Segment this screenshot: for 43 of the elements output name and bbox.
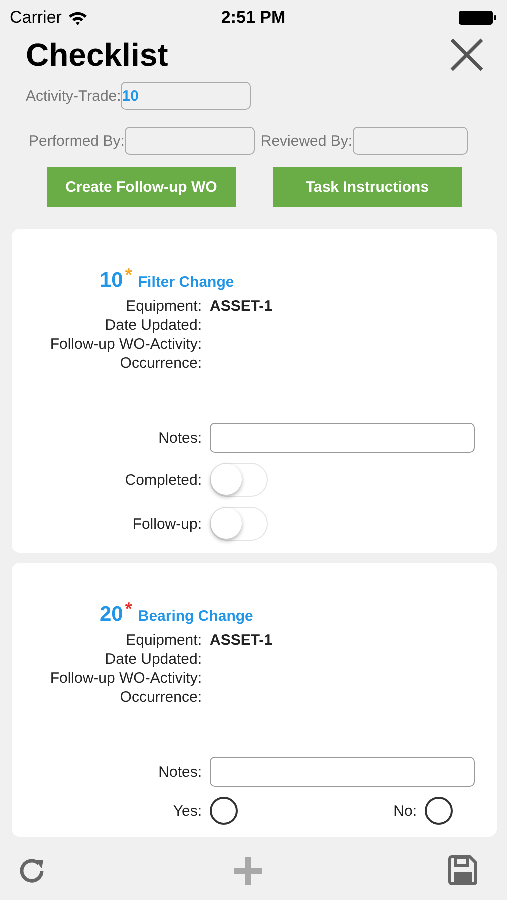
close-icon[interactable] xyxy=(449,37,485,73)
field-label: Notes: xyxy=(158,764,202,780)
radio-button[interactable] xyxy=(210,797,238,825)
wifi-icon xyxy=(68,10,88,26)
field-label: Follow-up WO-Activity: xyxy=(49,335,202,354)
field-label: Equipment: xyxy=(125,631,202,650)
field-label: Activity-Trade: xyxy=(26,88,122,104)
carrier-label: Carrier xyxy=(10,8,62,28)
field-label: Yes: xyxy=(172,802,202,820)
notes-field[interactable] xyxy=(210,757,475,787)
required-mark: * xyxy=(125,599,132,620)
field-label: Notes: xyxy=(158,430,202,446)
field-value: ASSET-1 xyxy=(210,297,274,316)
field-label: Occurrence: xyxy=(119,354,202,373)
activity-trade-field[interactable]: 10 xyxy=(121,82,252,110)
field-label: Equipment: xyxy=(125,297,202,316)
item-number: 20 xyxy=(100,603,124,627)
page-title: Checklist xyxy=(26,36,168,74)
radio-button[interactable] xyxy=(425,797,453,825)
save-icon[interactable] xyxy=(447,855,479,887)
status-time: 2:51 PM xyxy=(220,8,287,28)
item-number: 10 xyxy=(100,269,124,293)
toggle-switch[interactable] xyxy=(210,507,268,541)
required-mark: * xyxy=(125,265,132,286)
field-label: Date Updated: xyxy=(104,316,202,335)
field-value: ASSET-1 xyxy=(210,631,274,650)
battery-icon xyxy=(459,11,497,25)
item-title[interactable]: Filter Change xyxy=(138,274,234,291)
field-label: Follow-up WO-Activity: xyxy=(49,669,202,688)
toggle-switch[interactable] xyxy=(210,463,268,497)
field-label: Completed: xyxy=(124,472,202,488)
notes-field[interactable] xyxy=(210,423,475,453)
item-title[interactable]: Bearing Change xyxy=(138,608,254,625)
field-label: Date Updated: xyxy=(104,650,202,669)
reviewed-by-field[interactable] xyxy=(352,127,468,155)
performed-by-field[interactable] xyxy=(124,127,255,155)
field-label: Follow-up: xyxy=(132,516,202,532)
action-button[interactable]: Create Follow-up WO xyxy=(47,167,236,207)
field-label: Performed By: xyxy=(29,132,125,150)
field-label: Occurrence: xyxy=(119,688,202,707)
action-button[interactable]: Task Instructions xyxy=(273,167,462,207)
field-label: Reviewed By: xyxy=(260,132,353,150)
field-label: No: xyxy=(394,802,417,820)
